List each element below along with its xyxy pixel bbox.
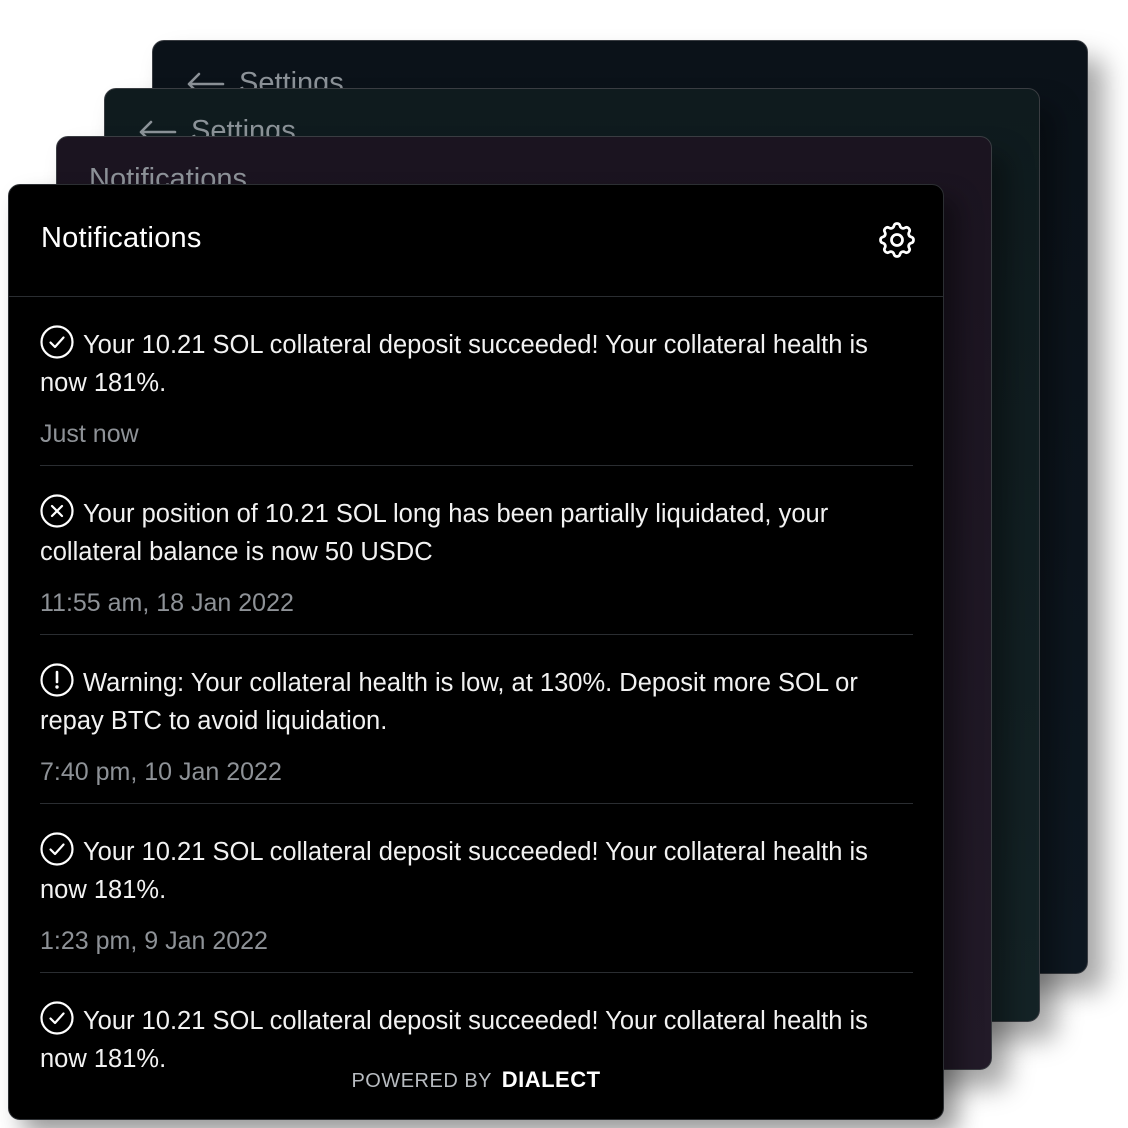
panel-header: Notifications bbox=[9, 185, 943, 297]
notification-item[interactable]: Warning: Your collateral health is low, … bbox=[40, 635, 913, 804]
notification-message: Your position of 10.21 SOL long has been… bbox=[40, 494, 913, 571]
notification-time: 11:55 am, 18 Jan 2022 bbox=[40, 589, 294, 617]
notification-time: Just now bbox=[40, 420, 139, 448]
powered-by-footer[interactable]: POWERED BY DIALECT bbox=[9, 1067, 943, 1093]
x-circle-icon bbox=[40, 494, 74, 528]
notification-item[interactable]: Your 10.21 SOL collateral deposit succee… bbox=[40, 973, 913, 1119]
notification-item[interactable]: Your position of 10.21 SOL long has been… bbox=[40, 466, 913, 635]
exclamation-circle-icon bbox=[40, 663, 74, 697]
notification-text: Your 10.21 SOL collateral deposit succee… bbox=[40, 331, 868, 397]
dialect-brand[interactable]: DIALECT bbox=[502, 1067, 601, 1092]
notification-stack: Settings Settings Notifications Notifica… bbox=[0, 0, 1128, 1128]
notification-text: Your 10.21 SOL collateral deposit succee… bbox=[40, 1007, 868, 1073]
notification-text: Warning: Your collateral health is low, … bbox=[40, 669, 858, 735]
check-circle-icon bbox=[40, 832, 74, 866]
notification-time: 7:40 pm, 10 Jan 2022 bbox=[40, 758, 282, 786]
notification-text: Your position of 10.21 SOL long has been… bbox=[40, 500, 829, 566]
notification-item[interactable]: Your 10.21 SOL collateral deposit succee… bbox=[40, 297, 913, 466]
notification-item[interactable]: Your 10.21 SOL collateral deposit succee… bbox=[40, 804, 913, 973]
notification-message: Warning: Your collateral health is low, … bbox=[40, 663, 913, 740]
check-circle-icon bbox=[40, 1001, 74, 1035]
notification-list[interactable]: Your 10.21 SOL collateral deposit succee… bbox=[40, 297, 913, 1119]
settings-button[interactable] bbox=[875, 218, 919, 262]
gear-icon bbox=[879, 222, 915, 258]
notification-text: Your 10.21 SOL collateral deposit succee… bbox=[40, 838, 868, 904]
powered-by-label: POWERED BY bbox=[351, 1070, 492, 1092]
panel-title: Notifications bbox=[41, 222, 202, 254]
notification-time: 1:23 pm, 9 Jan 2022 bbox=[40, 927, 268, 955]
notifications-panel: Notifications Your 10.21 SOL collateral … bbox=[8, 184, 944, 1120]
notification-message: Your 10.21 SOL collateral deposit succee… bbox=[40, 325, 913, 402]
notification-message: Your 10.21 SOL collateral deposit succee… bbox=[40, 832, 913, 909]
check-circle-icon bbox=[40, 325, 74, 359]
